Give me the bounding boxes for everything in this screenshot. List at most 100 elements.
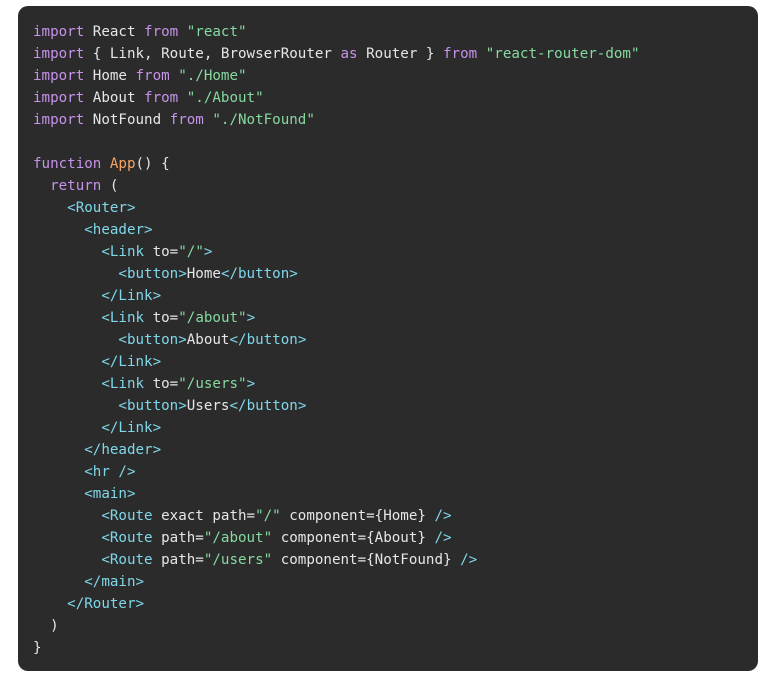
- code-token: App: [109, 156, 136, 172]
- code-token: path=: [152, 552, 204, 568]
- code-block: import React from "react" import { Link, …: [18, 6, 758, 671]
- code-line: <Link to="/users">: [33, 373, 758, 395]
- code-token: "/": [255, 508, 281, 524]
- code-token: { Link, Route, BrowserRouter: [84, 46, 341, 62]
- code-token: import: [33, 90, 85, 106]
- code-token: () {: [135, 156, 170, 172]
- code-token: </main>: [84, 574, 145, 590]
- code-token: component={Home}: [280, 508, 435, 524]
- code-line: <Router>: [33, 197, 758, 219]
- code-lines: import React from "react" import { Link, …: [33, 21, 758, 659]
- code-line: <Link to="/about">: [33, 307, 758, 329]
- code-line: </Link>: [33, 351, 758, 373]
- code-line: <Route path="/about" component={About} /…: [33, 527, 758, 549]
- code-token: from: [169, 112, 204, 128]
- code-token: Home: [186, 266, 221, 282]
- code-token: />: [434, 508, 452, 524]
- code-line: <hr />: [33, 461, 758, 483]
- code-token: "react-router-dom": [485, 46, 640, 62]
- code-token: </button>: [229, 398, 307, 414]
- code-token: >: [246, 310, 256, 326]
- code-token: <button>: [118, 398, 187, 414]
- code-token: <Route: [101, 552, 153, 568]
- code-token: <Link: [101, 244, 145, 260]
- code-token: </Link>: [101, 354, 162, 370]
- code-token: Router }: [357, 46, 444, 62]
- code-token: </Link>: [101, 288, 162, 304]
- code-token: from: [144, 90, 179, 106]
- code-line: import About from "./About": [33, 87, 758, 109]
- code-token: as: [340, 46, 358, 62]
- code-token: Users: [186, 398, 230, 414]
- code-token: path=: [152, 530, 204, 546]
- code-token: <hr />: [84, 464, 136, 480]
- code-token: import: [33, 112, 85, 128]
- code-token: from: [443, 46, 478, 62]
- code-token: to=: [144, 244, 179, 260]
- code-line: </Link>: [33, 285, 758, 307]
- code-token: </Router>: [67, 596, 145, 612]
- code-token: import: [33, 46, 85, 62]
- code-token: from: [144, 24, 179, 40]
- code-line: <Route exact path="/" component={Home} /…: [33, 505, 758, 527]
- code-token: component={About}: [272, 530, 435, 546]
- code-token: import: [33, 24, 85, 40]
- code-token: </Link>: [101, 420, 162, 436]
- code-line: <Link to="/">: [33, 241, 758, 263]
- code-token: (: [101, 178, 119, 194]
- code-line: import React from "react": [33, 21, 758, 43]
- code-token: >: [203, 244, 213, 260]
- code-token: <header>: [84, 222, 153, 238]
- code-line: </main>: [33, 571, 758, 593]
- code-token: <Link: [101, 376, 145, 392]
- code-token: "./NotFound": [212, 112, 315, 128]
- code-line: <button>Home</button>: [33, 263, 758, 285]
- code-token: from: [135, 68, 170, 84]
- code-line: <main>: [33, 483, 758, 505]
- code-line: </Router>: [33, 593, 758, 615]
- code-token: <Route: [101, 530, 153, 546]
- code-line: <header>: [33, 219, 758, 241]
- code-token: "/about": [203, 530, 273, 546]
- code-token: function: [33, 156, 102, 172]
- code-line: </Link>: [33, 417, 758, 439]
- code-token: "./About": [186, 90, 264, 106]
- code-token: ): [33, 618, 59, 634]
- code-token: />: [434, 530, 452, 546]
- code-line: </header>: [33, 439, 758, 461]
- code-token: <button>: [118, 332, 187, 348]
- code-token: "/": [178, 244, 204, 260]
- code-token: <Route: [101, 508, 153, 524]
- code-token: }: [33, 640, 42, 656]
- code-line: }: [33, 637, 758, 659]
- code-token: exact path=: [152, 508, 256, 524]
- code-token: "/users": [203, 552, 273, 568]
- code-token: </button>: [220, 266, 298, 282]
- code-line: <button>Users</button>: [33, 395, 758, 417]
- code-token: "/about": [178, 310, 247, 326]
- code-line: function App() {: [33, 153, 758, 175]
- code-line: ): [33, 615, 758, 637]
